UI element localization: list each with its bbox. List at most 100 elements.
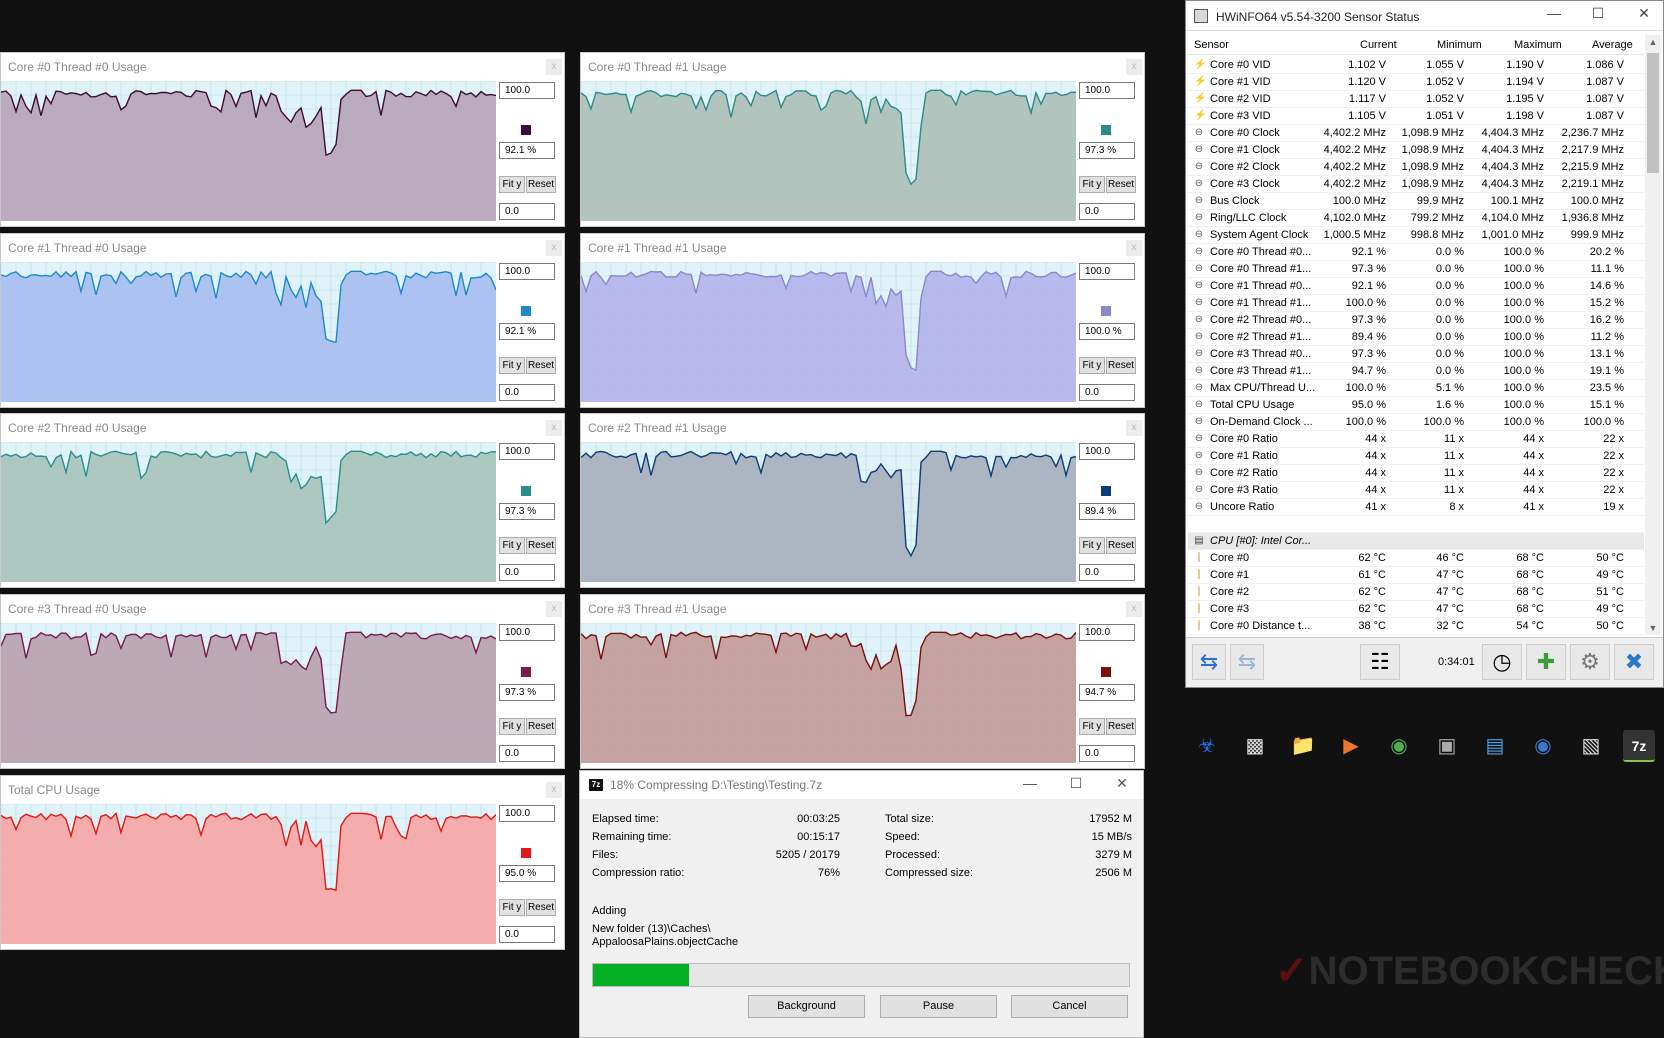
collapse-left-icon[interactable]: ⇆ — [1192, 644, 1226, 680]
sensor-row[interactable]: ∣ Core #0 62 °C 46 °C 68 °C 50 °C — [1188, 550, 1644, 567]
sensor-row[interactable]: ⊖ Core #1 Clock 4,402.2 MHz 1,098.9 MHz 4,40… — [1188, 142, 1644, 159]
series-color-swatch[interactable] — [1101, 486, 1111, 496]
add-report-icon[interactable]: ✚ — [1526, 644, 1566, 680]
series-color-swatch[interactable] — [1101, 125, 1111, 135]
reset-button[interactable]: Reset — [526, 176, 556, 193]
graph-min-field[interactable]: 0.0 — [499, 926, 555, 943]
photo-viewer-icon[interactable]: ▣ — [1431, 730, 1463, 762]
reset-button[interactable]: Reset — [526, 357, 556, 374]
scroll-up-icon[interactable]: ▲ — [1645, 37, 1661, 47]
graph-max-field[interactable]: 100.0 — [499, 82, 555, 99]
graph-close-button[interactable]: x — [546, 420, 562, 436]
col-maximum[interactable]: Maximum — [1514, 39, 1562, 51]
graph-max-field[interactable]: 100.0 — [499, 443, 555, 460]
reset-button[interactable]: Reset — [526, 537, 556, 554]
sensor-row[interactable]: ▤ CPU [#0]: Intel Cor... — [1188, 533, 1644, 550]
close-sensors-icon[interactable]: ✖ — [1614, 644, 1654, 680]
sensor-row[interactable]: ⊖ On-Demand Clock ... 100.0 % 100.0 % 100.0 … — [1188, 414, 1644, 431]
reset-button[interactable]: Reset — [1106, 357, 1136, 374]
series-color-swatch[interactable] — [521, 306, 531, 316]
vertical-scrollbar[interactable]: ▲ ▼ — [1645, 35, 1661, 635]
col-average[interactable]: Average — [1592, 39, 1633, 51]
biohazard-icon[interactable]: ☣ — [1191, 730, 1223, 762]
graph-min-field[interactable]: 0.0 — [1079, 203, 1135, 220]
cancel-button[interactable]: Cancel — [1011, 995, 1128, 1018]
graph-max-field[interactable]: 100.0 — [499, 805, 555, 822]
collapse-right-icon[interactable]: ⇆ — [1230, 644, 1264, 680]
sensor-row[interactable]: ∣ Core #3 62 °C 47 °C 68 °C 49 °C — [1188, 601, 1644, 618]
graph-max-field[interactable]: 100.0 — [1079, 82, 1135, 99]
graph-close-button[interactable]: x — [1126, 59, 1142, 75]
reset-button[interactable]: Reset — [1106, 537, 1136, 554]
sensor-row[interactable]: ⊖ Core #3 Clock 4,402.2 MHz 1,098.9 MHz 4,40… — [1188, 176, 1644, 193]
sensor-row[interactable]: ⊖ Core #2 Thread #0... 97.3 % 0.0 % 100.0 % 1… — [1188, 312, 1644, 329]
sensor-row[interactable]: ⊖ Bus Clock 100.0 MHz 99.9 MHz 100.1 MHz 100.… — [1188, 193, 1644, 210]
settings-gear-icon[interactable]: ⚙ — [1570, 644, 1610, 680]
sensor-row[interactable]: ⊖ Max CPU/Thread U... 100.0 % 5.1 % 100.0 % 2… — [1188, 380, 1644, 397]
fit-y-button[interactable]: Fit y — [1079, 176, 1105, 193]
stopwatch-icon[interactable]: ◷ — [1482, 644, 1522, 680]
sensor-row[interactable]: ⊖ Core #3 Thread #0... 97.3 % 0.0 % 100.0 % 1… — [1188, 346, 1644, 363]
fit-y-button[interactable]: Fit y — [499, 357, 525, 374]
sensor-row[interactable]: ⊖ Core #0 Ratio 44 x 11 x 44 x 22 x — [1188, 431, 1644, 448]
sensor-row[interactable]: ⊖ Core #3 Ratio 44 x 11 x 44 x 22 x — [1188, 482, 1644, 499]
sensor-row[interactable] — [1188, 516, 1644, 533]
reset-button[interactable]: Reset — [1106, 718, 1136, 735]
sensor-row[interactable]: ⊖ Core #0 Thread #0... 92.1 % 0.0 % 100.0 % 2… — [1188, 244, 1644, 261]
sensor-row[interactable]: ∣ Core #0 Distance t... 38 °C 32 °C 54 °C 50 … — [1188, 618, 1644, 635]
sensor-row[interactable]: ⊖ Total CPU Usage 95.0 % 1.6 % 100.0 % 15.1 % — [1188, 397, 1644, 414]
sensor-row[interactable]: ⚡ Core #3 VID 1.105 V 1.051 V 1.198 V 1.087 V — [1188, 108, 1644, 125]
series-color-swatch[interactable] — [521, 486, 531, 496]
sensor-row[interactable]: ⊖ Core #2 Ratio 44 x 11 x 44 x 22 x — [1188, 465, 1644, 482]
sensor-row[interactable]: ⊖ System Agent Clock 1,000.5 MHz 998.8 MHz 1… — [1188, 227, 1644, 244]
7zip-icon[interactable]: 7z — [1623, 730, 1655, 762]
sensor-row[interactable]: ⚡ Core #2 VID 1.117 V 1.052 V 1.195 V 1.087 V — [1188, 91, 1644, 108]
sensor-row[interactable]: ⊖ Core #0 Clock 4,402.2 MHz 1,098.9 MHz 4,40… — [1188, 125, 1644, 142]
graph-min-field[interactable]: 0.0 — [1079, 745, 1135, 762]
col-sensor[interactable]: Sensor — [1194, 39, 1229, 51]
fit-y-button[interactable]: Fit y — [499, 718, 525, 735]
graph-close-button[interactable]: x — [546, 240, 562, 256]
sensor-row[interactable]: ⊖ Core #3 Thread #1... 94.7 % 0.0 % 100.0 % 1… — [1188, 363, 1644, 380]
minimize-button[interactable]: — — [1020, 775, 1040, 791]
graph-close-button[interactable]: x — [546, 601, 562, 617]
sensor-row[interactable]: ⚡ Core #1 VID 1.120 V 1.052 V 1.194 V 1.087 V — [1188, 74, 1644, 91]
sensor-row[interactable]: ⊖ Core #1 Ratio 44 x 11 x 44 x 22 x — [1188, 448, 1644, 465]
graph-close-button[interactable]: x — [546, 782, 562, 798]
sensor-row[interactable]: ⚡ Core #0 VID 1.102 V 1.055 V 1.190 V 1.086 V — [1188, 57, 1644, 74]
background-button[interactable]: Background — [748, 995, 865, 1018]
graph-max-field[interactable]: 100.0 — [1079, 263, 1135, 280]
fit-y-button[interactable]: Fit y — [1079, 718, 1105, 735]
media-player-icon[interactable]: ▶ — [1335, 730, 1367, 762]
close-button[interactable]: ✕ — [1112, 775, 1132, 792]
chrome-icon[interactable]: ◉ — [1383, 730, 1415, 762]
col-minimum[interactable]: Minimum — [1437, 39, 1482, 51]
sensor-row[interactable]: ⊖ Core #1 Thread #0... 92.1 % 0.0 % 100.0 % 1… — [1188, 278, 1644, 295]
remote-desktop-icon[interactable]: ▤ — [1479, 730, 1511, 762]
col-current[interactable]: Current — [1360, 39, 1397, 51]
maximize-button[interactable]: ☐ — [1588, 5, 1608, 22]
sensor-row[interactable]: ⊖ Core #2 Thread #1... 89.4 % 0.0 % 100.0 % 1… — [1188, 329, 1644, 346]
7zip-titlebar[interactable]: 7z 18% Compressing D:\Testing\Testing.7z… — [580, 771, 1143, 799]
fit-y-button[interactable]: Fit y — [1079, 357, 1105, 374]
scroll-down-icon[interactable]: ▼ — [1645, 623, 1661, 633]
fit-y-button[interactable]: Fit y — [499, 176, 525, 193]
reset-button[interactable]: Reset — [1106, 176, 1136, 193]
graph-min-field[interactable]: 0.0 — [1079, 384, 1135, 401]
series-color-swatch[interactable] — [521, 125, 531, 135]
maximize-button[interactable]: ☐ — [1066, 775, 1086, 792]
series-color-swatch[interactable] — [521, 848, 531, 858]
graph-close-button[interactable]: x — [1126, 601, 1142, 617]
hwinfo-icon[interactable]: ▧ — [1575, 730, 1607, 762]
series-color-swatch[interactable] — [1101, 306, 1111, 316]
close-button[interactable]: ✕ — [1634, 5, 1654, 22]
sensor-row[interactable]: ⊖ Core #1 Thread #1... 100.0 % 0.0 % 100.0 %… — [1188, 295, 1644, 312]
file-explorer-icon[interactable]: 📁 — [1287, 730, 1319, 762]
graph-min-field[interactable]: 0.0 — [499, 564, 555, 581]
pause-button[interactable]: Pause — [880, 995, 997, 1018]
minimize-button[interactable]: — — [1544, 5, 1564, 21]
fit-y-button[interactable]: Fit y — [499, 899, 525, 916]
graph-min-field[interactable]: 0.0 — [499, 384, 555, 401]
graph-min-field[interactable]: 0.0 — [499, 203, 555, 220]
graph-max-field[interactable]: 100.0 — [499, 263, 555, 280]
